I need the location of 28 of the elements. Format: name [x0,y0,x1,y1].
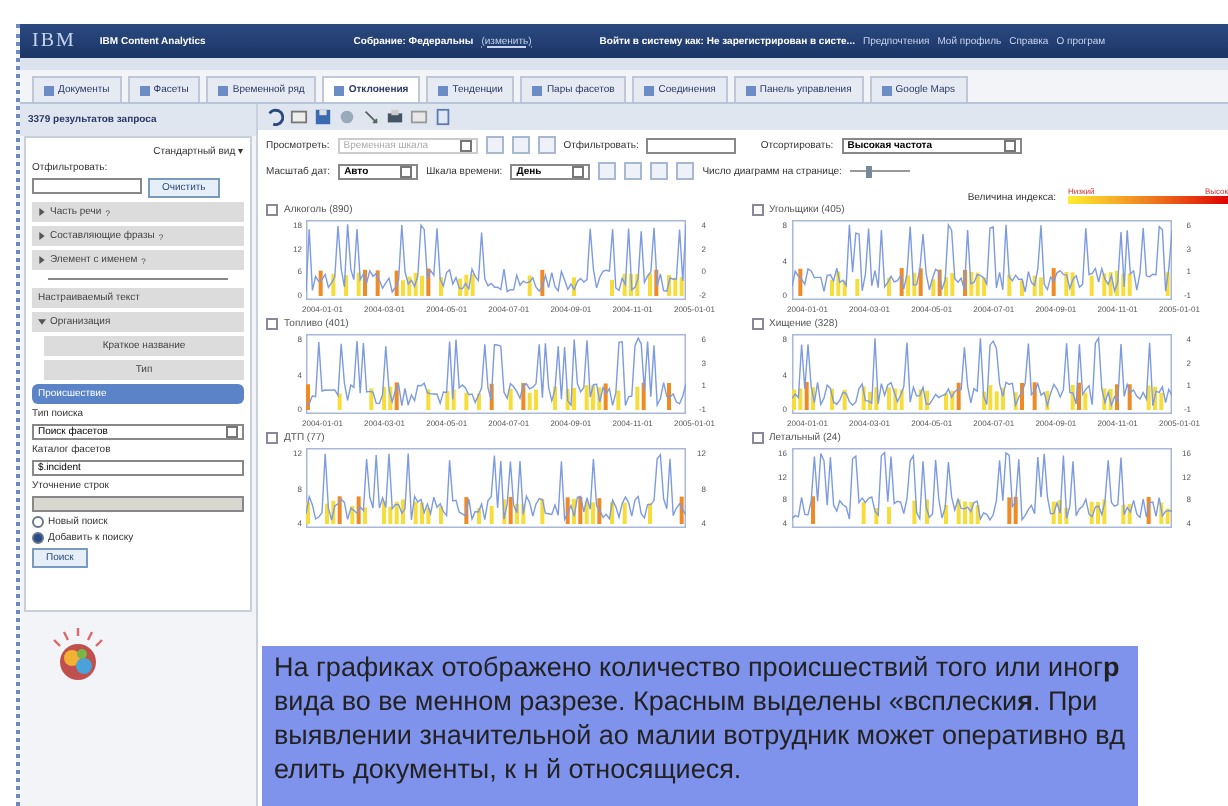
save-icon[interactable] [314,108,332,126]
expand-arrow-icon [38,256,46,264]
chart-checkbox[interactable] [751,432,763,444]
expand-arrow-icon [38,208,46,216]
slider-thumb[interactable] [866,165,873,177]
first-page-button[interactable] [598,162,617,180]
document-icon[interactable] [434,108,452,126]
chart-filter-field[interactable] [646,137,737,153]
chart-checkbox[interactable] [266,318,278,330]
chart-checkbox[interactable] [751,318,763,330]
ibm-logo: IBM [32,30,76,52]
previous-page-button[interactable] [650,162,669,180]
expand-arrow-icon [38,318,46,326]
sort-icon[interactable] [362,108,380,126]
chart-checkbox[interactable] [266,432,278,444]
last-page-button[interactable] [624,162,643,180]
next-button[interactable] [537,136,556,154]
expand-arrow-icon [38,232,46,240]
print-icon[interactable] [386,108,404,126]
previous-button[interactable] [511,136,530,154]
next-page-button[interactable] [676,162,695,180]
filter-field[interactable] [32,178,142,194]
chart-checkbox[interactable] [266,204,278,216]
undo-icon[interactable] [266,108,284,126]
chart-checkbox[interactable] [751,204,763,216]
caption-text: На графиках отображено количество происшествий того или иногр вида во ве менном разрезе. Красным выделены «всплеския. При выявлении значительной ао малии вотрудник может оперативно вд елить документы, к н й относящиеся. [274,652,1126,787]
globe-logo-icon [48,628,108,680]
zoom-button[interactable] [485,136,504,154]
